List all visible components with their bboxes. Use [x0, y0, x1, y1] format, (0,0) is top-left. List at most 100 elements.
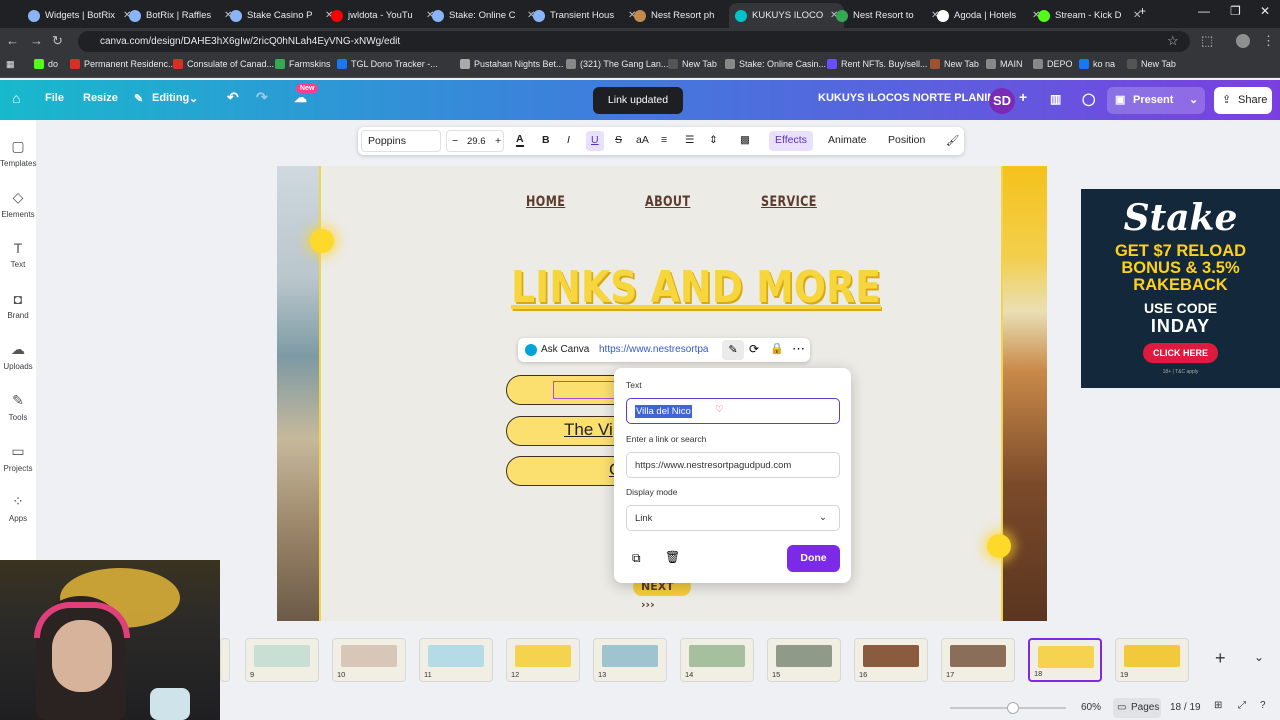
browser-tab[interactable]: Transient Hous ✕: [527, 3, 642, 28]
bookmark-item[interactable]: Pustahan Nights Bet...: [460, 59, 564, 69]
link-url-input[interactable]: https://www.nestresortpagudpud.com: [626, 452, 840, 478]
extensions-icon[interactable]: ⬚: [1201, 33, 1213, 49]
strikethrough-icon[interactable]: S: [615, 134, 622, 146]
rail-text[interactable]: T Text: [0, 240, 36, 269]
browser-tab-active[interactable]: KUKUYS ILOCO ✕: [729, 3, 845, 28]
page-thumbnail[interactable]: [220, 638, 230, 682]
chevron-down-icon[interactable]: ⌄: [1254, 650, 1264, 664]
animate-button[interactable]: Animate: [828, 134, 867, 146]
letter-case-icon[interactable]: aA: [636, 134, 649, 146]
page-title[interactable]: LINKS AND MORE: [511, 262, 881, 313]
back-icon[interactable]: ←: [6, 33, 19, 48]
increase-size-icon[interactable]: +: [495, 135, 501, 147]
zoom-slider-handle[interactable]: [1007, 702, 1019, 714]
resize-button[interactable]: Resize: [83, 92, 118, 104]
bookmark-item[interactable]: DEPO: [1033, 59, 1073, 69]
bookmark-item[interactable]: Permanent Residenc...: [70, 59, 176, 69]
editing-mode-button[interactable]: Editing: [152, 92, 189, 104]
page-thumbnail[interactable]: 15: [767, 638, 841, 682]
comment-add-icon[interactable]: ⟳: [749, 342, 759, 356]
chevron-down-icon[interactable]: ⌄: [1189, 87, 1198, 114]
bookmark-item[interactable]: Rent NFTs. Buy/sell...: [827, 59, 928, 69]
bookmark-star-icon[interactable]: ☆: [1167, 33, 1179, 49]
chevron-down-icon[interactable]: ⌄: [189, 92, 198, 105]
text-color-icon[interactable]: A: [516, 134, 524, 147]
reload-icon[interactable]: ↻: [52, 33, 63, 49]
browser-tab[interactable]: Widgets | BotRix ✕: [22, 3, 137, 28]
pages-button[interactable]: ▭ Pages: [1113, 698, 1161, 718]
bookmark-item[interactable]: New Tab: [668, 59, 717, 69]
window-close-icon[interactable]: ✕: [1260, 4, 1270, 18]
rail-templates[interactable]: ▢ Templates: [0, 138, 36, 168]
page-thumbnail[interactable]: 16: [854, 638, 928, 682]
edit-link-icon[interactable]: ✎: [722, 340, 744, 360]
rail-uploads[interactable]: ☁ Uploads: [0, 341, 36, 371]
insights-icon[interactable]: ▥: [1050, 92, 1061, 106]
home-icon[interactable]: ⌂: [12, 90, 20, 106]
lock-icon[interactable]: 🔒: [770, 342, 784, 355]
grid-view-icon[interactable]: ⊞: [1214, 700, 1222, 711]
zoom-level[interactable]: 60%: [1081, 702, 1101, 713]
page-thumbnail[interactable]: 10: [332, 638, 406, 682]
nav-about-link[interactable]: ABOUT: [645, 194, 690, 210]
rail-projects[interactable]: ▭ Projects: [0, 443, 36, 473]
click-here-button[interactable]: CLICK HERE: [1142, 343, 1218, 363]
bookmark-item[interactable]: ko na: [1079, 59, 1115, 69]
fullscreen-icon[interactable]: ⤢: [1238, 700, 1246, 711]
page-thumbnail[interactable]: 13: [593, 638, 667, 682]
rail-brand[interactable]: ◘ Brand: [0, 291, 36, 320]
redo-icon[interactable]: ↷: [256, 89, 268, 106]
font-size-stepper[interactable]: − 29.6 +: [446, 130, 504, 152]
page-thumbnail[interactable]: 11: [419, 638, 493, 682]
position-button[interactable]: Position: [888, 134, 925, 146]
bookmark-item[interactable]: MAIN: [986, 59, 1023, 69]
browser-tab[interactable]: BotRix | Raffles ✕: [123, 3, 238, 28]
browser-tab[interactable]: Stream - Kick D ✕: [1032, 3, 1147, 28]
help-icon[interactable]: ?: [1260, 700, 1266, 711]
menu-icon[interactable]: ⋮: [1262, 33, 1275, 49]
undo-icon[interactable]: ↶: [227, 89, 239, 106]
bookmark-item[interactable]: Consulate of Canad...: [173, 59, 274, 69]
share-button[interactable]: ⇪ Share: [1214, 87, 1272, 114]
decrease-size-icon[interactable]: −: [452, 135, 458, 147]
bookmark-item[interactable]: Farmskins: [275, 59, 331, 69]
browser-tab[interactable]: Nest Resort ph✕: [628, 3, 743, 28]
copy-style-icon[interactable]: 🖌: [946, 134, 959, 147]
nav-service-link[interactable]: SERVICE: [761, 194, 817, 210]
bookmark-item[interactable]: TGL Dono Tracker -...: [337, 59, 438, 69]
url-field[interactable]: canva.com/design/DAHE3hX6gIw/2ricQ0hNLah…: [78, 31, 1190, 52]
bookmark-item[interactable]: Stake: Online Casin...: [725, 59, 826, 69]
browser-tab[interactable]: Nest Resort to ✕: [830, 3, 945, 28]
rail-elements[interactable]: ◇ Elements: [0, 189, 36, 219]
spacing-icon[interactable]: ⇕: [709, 134, 718, 146]
add-page-icon[interactable]: +: [1215, 648, 1226, 669]
present-button[interactable]: ▣ Present ⌄: [1107, 87, 1205, 114]
forward-icon[interactable]: →: [30, 33, 43, 48]
trash-icon[interactable]: 🗑: [665, 550, 680, 564]
browser-tab[interactable]: Agoda | Hotels ✕: [931, 3, 1046, 28]
align-center-icon[interactable]: ≡: [661, 134, 667, 146]
page-thumbnail[interactable]: 19: [1115, 638, 1189, 682]
done-button[interactable]: Done: [787, 545, 840, 572]
link-url-preview[interactable]: https://www.nestresortpa: [599, 344, 715, 355]
add-collaborator-icon[interactable]: +: [1019, 89, 1027, 105]
list-icon[interactable]: ☰: [685, 134, 694, 146]
user-avatar[interactable]: SD: [989, 88, 1015, 114]
effects-button[interactable]: Effects: [775, 134, 807, 146]
bookmark-item[interactable]: New Tab: [930, 59, 979, 69]
rail-apps[interactable]: ⁘ Apps: [0, 493, 36, 523]
page-thumbnail[interactable]: 17: [941, 638, 1015, 682]
more-options-icon[interactable]: ⋯: [792, 341, 805, 357]
link-text-input[interactable]: Villa del Nico ♡: [626, 398, 840, 424]
underline-icon[interactable]: U: [591, 134, 599, 146]
transparency-icon[interactable]: ▩: [740, 134, 750, 146]
bookmark-item[interactable]: New Tab: [1127, 59, 1176, 69]
ask-canva-button[interactable]: Ask Canva: [541, 344, 589, 355]
page-thumbnail-current[interactable]: 18: [1028, 638, 1102, 682]
browser-tab[interactable]: Stake: Online C ✕: [426, 3, 541, 28]
file-menu[interactable]: File: [45, 92, 64, 104]
bookmark-item[interactable]: (321) The Gang Lan...: [566, 59, 668, 69]
maximize-icon[interactable]: ❐: [1230, 4, 1241, 18]
browser-tab[interactable]: jwldota - YouTu ✕: [325, 3, 440, 28]
page-thumbnail[interactable]: 14: [680, 638, 754, 682]
